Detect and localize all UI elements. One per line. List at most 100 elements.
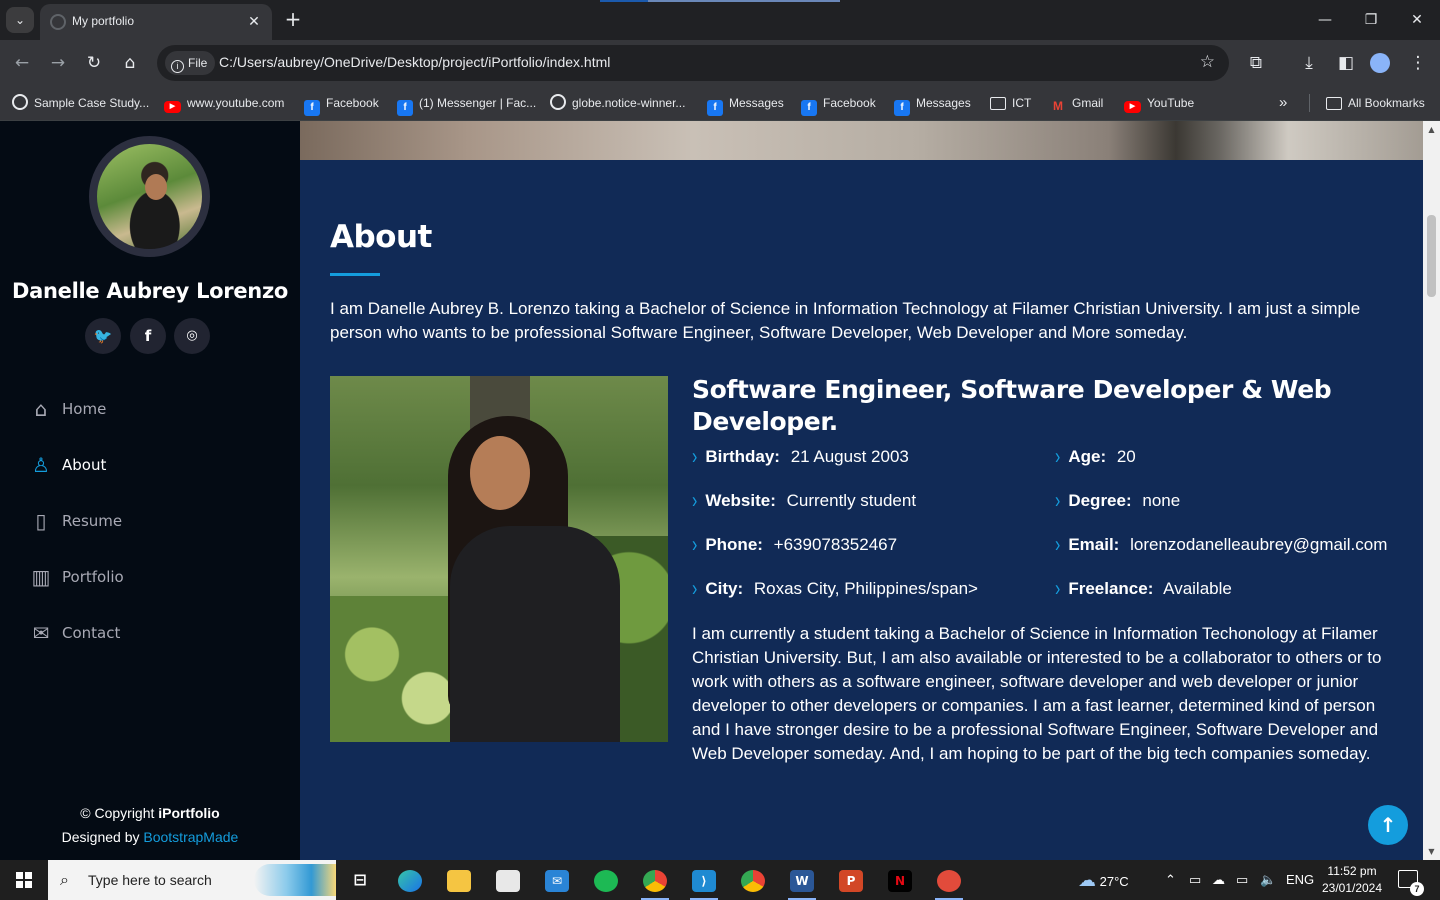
network-icon[interactable]: ▭ <box>1236 860 1248 900</box>
side-panel-icon[interactable]: ◧ <box>1334 51 1358 75</box>
windows-taskbar: ⌕ Type here to search ⊟ ✉ ⟩ W P N ☁ 27°C… <box>0 860 1440 900</box>
page-scrollbar[interactable]: ▲ ▼ <box>1423 121 1440 860</box>
task-view-icon[interactable]: ⊟ <box>340 864 380 896</box>
bookmark-label: Messages <box>916 96 971 110</box>
tab-close-icon[interactable]: ✕ <box>244 12 264 32</box>
scrollbar-thumb[interactable] <box>1427 215 1436 297</box>
close-window-icon[interactable]: ✕ <box>1405 8 1429 32</box>
snipping-tool-icon[interactable] <box>929 864 969 900</box>
start-button[interactable] <box>0 860 48 900</box>
fact-key: Age: <box>1068 447 1107 466</box>
cloud-icon: ☁ <box>1078 870 1096 890</box>
nav-label: About <box>62 456 107 474</box>
minimize-icon[interactable]: — <box>1313 8 1337 32</box>
restore-icon[interactable]: ❐ <box>1359 8 1383 32</box>
facebook-icon: f <box>801 100 817 116</box>
instagram-icon[interactable]: ◎ <box>174 318 210 354</box>
weather-temp: 27°C <box>1099 874 1129 889</box>
meet-now-icon[interactable]: ▭ <box>1189 860 1201 900</box>
download-icon[interactable]: ⤓ <box>1297 51 1321 75</box>
show-hidden-icons-icon[interactable]: ⌃ <box>1165 860 1176 900</box>
fact-key: City: <box>705 579 744 598</box>
menu-kebab-icon[interactable]: ⋮ <box>1406 51 1430 75</box>
bookmark-item[interactable]: Sample Case Study... <box>12 92 149 114</box>
section-title: About <box>330 219 432 255</box>
browser-tab[interactable]: My portfolio ✕ <box>40 4 272 40</box>
bookmark-item[interactable]: M Gmail <box>1050 92 1103 114</box>
designer-link[interactable]: BootstrapMade <box>143 829 238 845</box>
nav-item-resume[interactable]: ▯ Resume <box>30 508 270 538</box>
address-bar[interactable]: i File C:/Users/aubrey/OneDrive/Desktop/p… <box>157 45 1229 81</box>
forward-icon[interactable]: → <box>46 51 70 75</box>
bookmark-item[interactable]: ▶ www.youtube.com <box>164 92 284 114</box>
chevron-right-icon: › <box>1055 489 1061 514</box>
main-content: About I am Danelle Aubrey B. Lorenzo tak… <box>300 121 1423 860</box>
bookmark-item[interactable]: f Facebook <box>304 92 379 116</box>
language-indicator[interactable]: ENG <box>1286 860 1314 900</box>
nav-item-portfolio[interactable]: ▥ Portfolio <box>30 564 270 594</box>
nav-label: Home <box>62 400 107 418</box>
extensions-icon[interactable]: ⧉ <box>1244 51 1268 75</box>
bookmark-item[interactable]: ▶ YouTube <box>1124 92 1194 114</box>
scroll-down-icon[interactable]: ▼ <box>1423 843 1440 860</box>
person-icon: ♙ <box>32 453 50 477</box>
fact-degree: › Degree: none <box>1055 489 1180 514</box>
spotify-icon[interactable] <box>586 864 626 896</box>
taskbar-search[interactable]: ⌕ Type here to search <box>48 860 336 900</box>
fact-key: Degree: <box>1068 491 1132 510</box>
weather-widget[interactable]: ☁ 27°C <box>1078 860 1129 900</box>
edge-icon[interactable] <box>390 864 430 896</box>
file-explorer-icon[interactable] <box>439 864 479 896</box>
chrome-profile-icon[interactable] <box>733 864 773 896</box>
bookmark-star-icon[interactable]: ☆ <box>1200 52 1215 72</box>
bookmark-item[interactable]: globe.notice-winner... <box>550 92 685 114</box>
clock[interactable]: 11:52 pm 23/01/2024 <box>1318 863 1386 897</box>
facebook-icon: f <box>707 100 723 116</box>
netflix-icon[interactable]: N <box>880 864 920 896</box>
page-viewport: Danelle Aubrey Lorenzo 🐦 f ◎ ⌂ Home ♙ Ab… <box>0 121 1440 860</box>
store-icon[interactable] <box>488 864 528 896</box>
profile-avatar[interactable] <box>1370 53 1390 73</box>
vscode-icon[interactable]: ⟩ <box>684 864 724 900</box>
bookmark-item[interactable]: ICT <box>990 92 1031 114</box>
bookmark-label: Sample Case Study... <box>34 96 150 110</box>
onedrive-icon[interactable]: ☁ <box>1212 860 1225 900</box>
chevron-right-icon: › <box>1055 533 1061 558</box>
windows-logo-icon <box>16 872 32 888</box>
bookmark-item[interactable]: f Messages <box>894 92 971 116</box>
chevron-right-icon: › <box>692 533 698 558</box>
back-to-top-button[interactable]: ↑ <box>1368 805 1408 845</box>
reload-icon[interactable]: ↻ <box>82 51 106 75</box>
scroll-up-icon[interactable]: ▲ <box>1423 121 1440 138</box>
all-bookmarks-button[interactable]: All Bookmarks <box>1326 92 1425 114</box>
facebook-icon[interactable]: f <box>130 318 166 354</box>
bookmark-item[interactable]: f Facebook <box>801 92 876 116</box>
mail-icon[interactable]: ✉ <box>537 864 577 896</box>
fact-website: › Website: Currently student <box>692 489 916 513</box>
bookmark-item[interactable]: f Messages <box>707 92 784 116</box>
word-icon[interactable]: W <box>782 864 822 900</box>
site-info-chip[interactable]: i File <box>165 51 216 75</box>
fact-phone: › Phone: +639078352467 <box>692 533 897 558</box>
url-text[interactable]: C:/Users/aubrey/OneDrive/Desktop/project… <box>219 54 610 70</box>
powerpoint-icon[interactable]: P <box>831 864 871 896</box>
brand-name: iPortfolio <box>158 805 220 821</box>
designed-by-text: Designed by <box>61 829 144 845</box>
nav-item-contact[interactable]: ✉ Contact <box>30 620 270 650</box>
facebook-icon: f <box>894 100 910 116</box>
twitter-icon[interactable]: 🐦 <box>85 318 121 354</box>
info-icon: i <box>171 60 184 73</box>
profile-name: Danelle Aubrey Lorenzo <box>12 279 288 303</box>
more-bookmarks-icon[interactable]: » <box>1279 92 1287 114</box>
back-icon[interactable]: ← <box>10 51 34 75</box>
tab-search-chevron-icon[interactable]: ⌄ <box>6 7 34 33</box>
chrome-icon[interactable] <box>635 864 675 900</box>
nav-item-home[interactable]: ⌂ Home <box>30 396 270 426</box>
nav-item-about[interactable]: ♙ About <box>30 452 270 482</box>
new-tab-button[interactable]: + <box>282 8 304 30</box>
all-bookmarks-label: All Bookmarks <box>1348 96 1425 110</box>
bookmark-item[interactable]: f (1) Messenger | Fac... <box>397 92 536 116</box>
tab-loading-bar <box>600 0 840 2</box>
home-icon[interactable]: ⌂ <box>118 51 142 75</box>
volume-icon[interactable]: 🔈 <box>1260 860 1276 900</box>
